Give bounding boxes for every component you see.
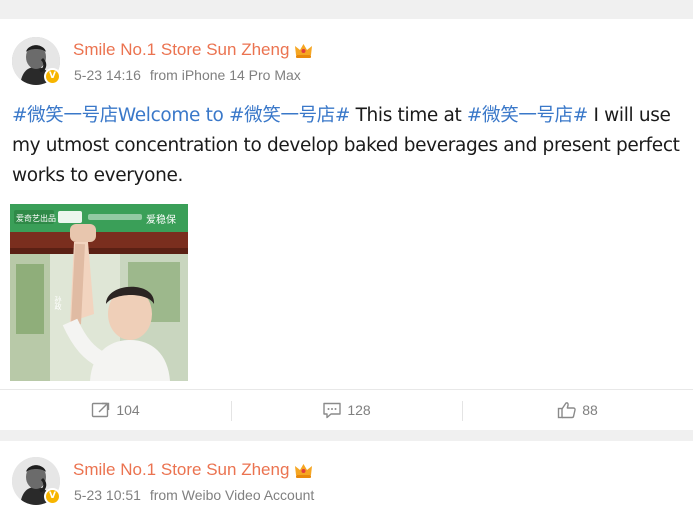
media-badge-left: 爱奇艺出品: [16, 213, 56, 223]
vip-crown-icon: [294, 462, 313, 479]
vip-crown-icon: [294, 42, 313, 59]
repost-button[interactable]: 104: [0, 390, 231, 430]
comment-icon: [323, 402, 342, 419]
post-meta: 5-23 14:16 from iPhone 14 Pro Max: [74, 67, 301, 83]
post-card: V Smile No.1 Store Sun Zheng 5-23 14:16 …: [0, 19, 693, 430]
post-card: V Smile No.1 Store Sun Zheng 5-23 10:51 …: [0, 441, 693, 523]
like-count: 88: [582, 402, 598, 418]
post-image-art: 爱奇艺出品 爱稳保 孙政: [10, 204, 188, 381]
feed: V Smile No.1 Store Sun Zheng 5-23 14:16 …: [0, 0, 693, 523]
post-time[interactable]: 5-23 10:51: [74, 487, 141, 503]
verified-badge-icon: V: [44, 68, 61, 85]
comment-button[interactable]: 128: [231, 390, 462, 430]
post-header: V Smile No.1 Store Sun Zheng 5-23 14:16 …: [12, 37, 672, 87]
post-text: #微笑一号店Welcome to #微笑一号店# This time at #微…: [12, 101, 687, 191]
post-source: from Weibo Video Account: [149, 487, 315, 503]
repost-count: 104: [116, 402, 140, 418]
post-image[interactable]: 爱奇艺出品 爱稳保 孙政: [10, 204, 188, 381]
media-side-text: 孙政: [54, 295, 62, 311]
hashtag-link[interactable]: #微笑一号店#: [467, 105, 588, 126]
username-link[interactable]: Smile No.1 Store Sun Zheng: [73, 460, 289, 480]
repost-icon: [92, 402, 110, 418]
like-thumb-icon: [558, 402, 576, 419]
post-actions: 104 128 88: [0, 389, 693, 430]
post-header: V Smile No.1 Store Sun Zheng 5-23 10:51 …: [12, 457, 672, 507]
hashtag-link[interactable]: Welcome to #微笑一号店#: [118, 105, 351, 126]
name-row: Smile No.1 Store Sun Zheng: [73, 40, 313, 60]
verified-badge-icon: V: [44, 488, 61, 505]
like-button[interactable]: 88: [462, 390, 693, 430]
post-source: from iPhone 14 Pro Max: [149, 67, 301, 83]
post-time[interactable]: 5-23 14:16: [74, 67, 141, 83]
hashtag-link[interactable]: #微笑一号店: [12, 105, 118, 126]
text-segment: This time at: [350, 105, 467, 126]
name-row: Smile No.1 Store Sun Zheng: [73, 460, 313, 480]
comment-count: 128: [347, 402, 371, 418]
username-link[interactable]: Smile No.1 Store Sun Zheng: [73, 40, 289, 60]
post-meta: 5-23 10:51 from Weibo Video Account: [74, 487, 314, 503]
media-title: 爱稳保: [146, 213, 176, 226]
